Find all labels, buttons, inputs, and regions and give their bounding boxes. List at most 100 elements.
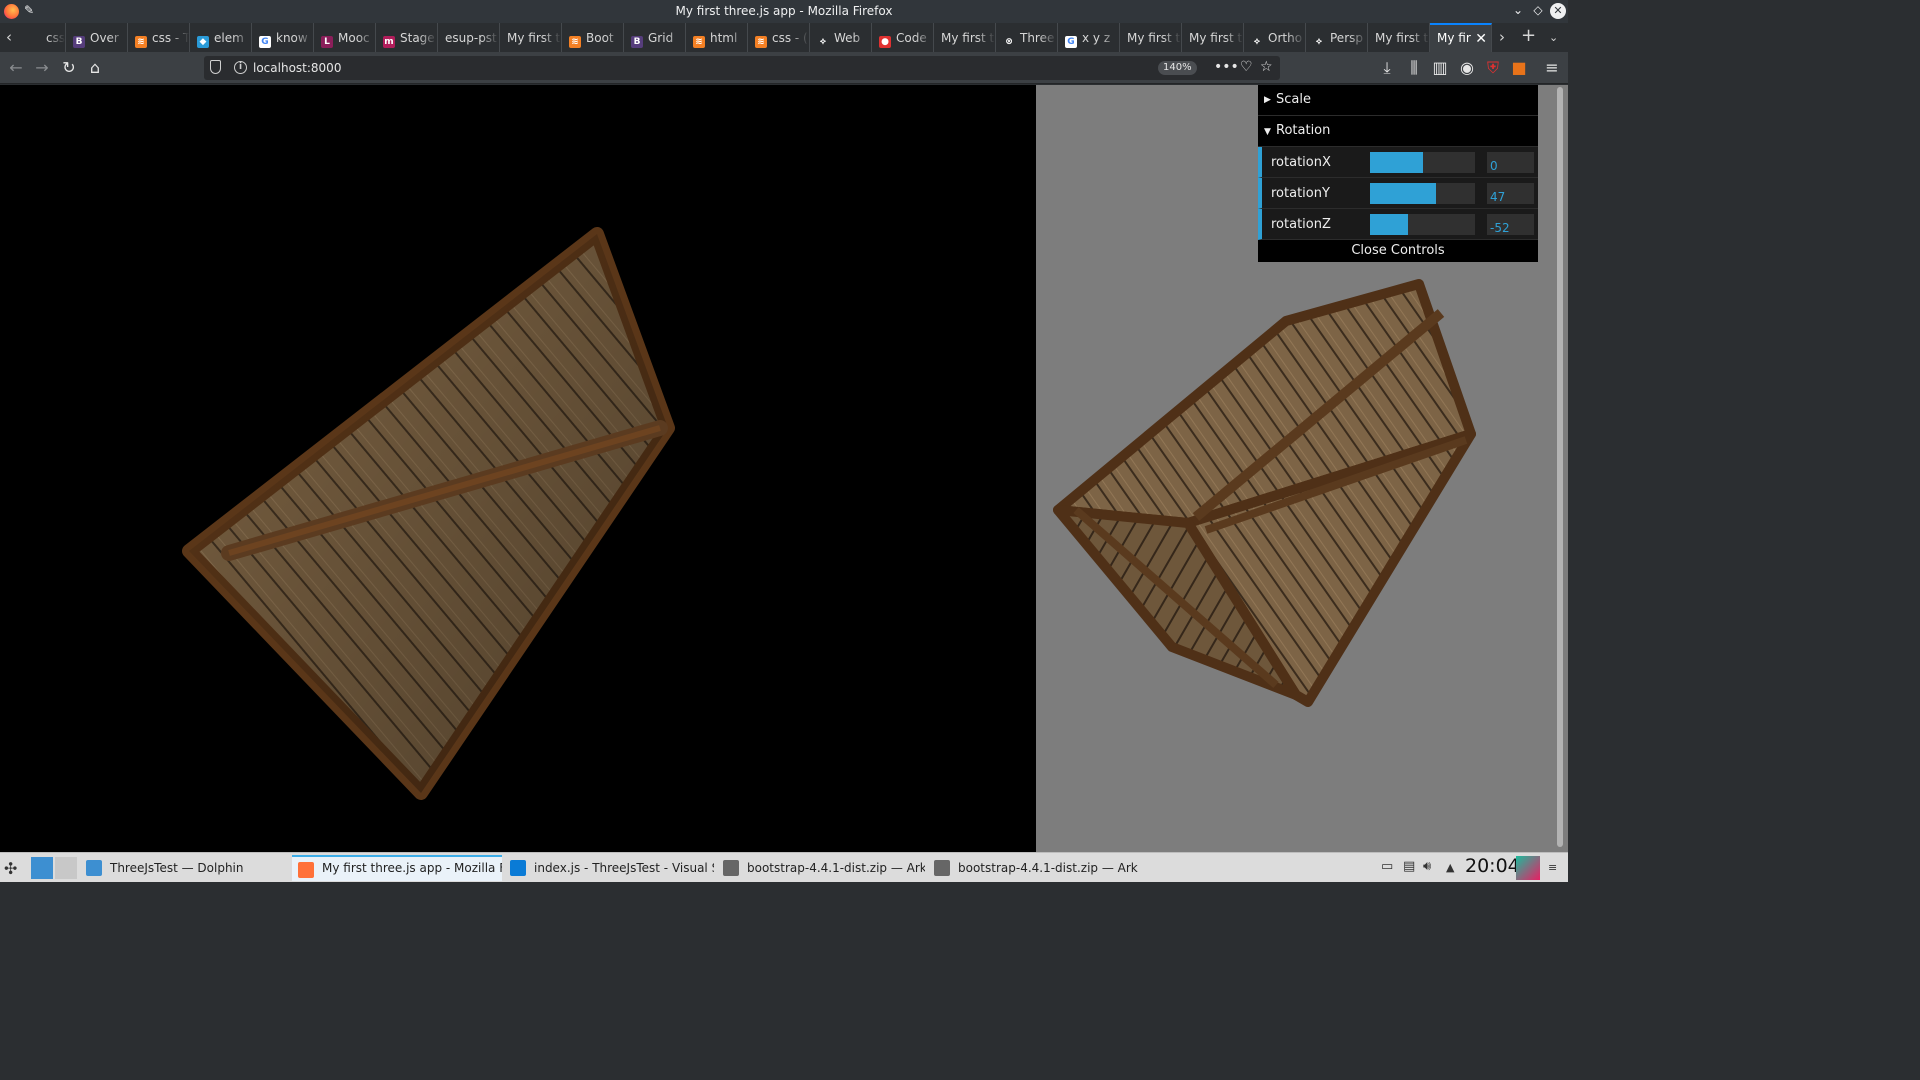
rotation-folder-label: Rotation <box>1276 123 1331 138</box>
forward-arrow-icon[interactable]: → <box>32 58 52 78</box>
tab-item[interactable]: ≋ Boot <box>562 23 624 52</box>
tab-item[interactable]: L Mooc <box>314 23 376 52</box>
bookmark-star-icon[interactable]: ☆ <box>1260 59 1273 75</box>
display-tray-icon[interactable]: ▭ <box>1381 859 1393 874</box>
tab-item[interactable]: ≋ css - ( <box>748 23 810 52</box>
back-arrow-icon[interactable]: ← <box>6 58 26 78</box>
taskbar-task[interactable]: index.js - ThreeJsTest - Visual Studi... <box>504 855 714 881</box>
rotation-y-slider[interactable] <box>1370 183 1475 204</box>
maximize-icon[interactable]: ◇ <box>1530 3 1546 17</box>
tab-item[interactable]: ≋css - T <box>128 23 190 52</box>
tab-fade <box>977 23 995 52</box>
tabs-scroll-left-icon[interactable]: ‹ <box>6 28 12 46</box>
scale-folder-label: Scale <box>1276 92 1311 107</box>
tray-expand-icon[interactable]: ▲ <box>1446 861 1454 874</box>
tab-item[interactable]: esup-pst <box>438 23 500 52</box>
tab-item[interactable]: B Over <box>66 23 128 52</box>
volume-tray-icon[interactable]: 🔊︎ <box>1423 859 1431 874</box>
tab-item[interactable]: B Grid <box>624 23 686 52</box>
tab-item[interactable]: My fir ✕ <box>1430 23 1492 52</box>
clock[interactable]: 20:04 <box>1465 855 1520 877</box>
zoom-level-badge[interactable]: 140% <box>1158 61 1197 75</box>
tab-item[interactable]: Gknow <box>252 23 314 52</box>
page-actions-icon[interactable]: ••• <box>1214 59 1239 75</box>
rotation-x-label: rotationX <box>1271 155 1331 170</box>
address-bar[interactable]: i localhost:8000 140% ••• ♡ ☆ <box>204 56 1280 80</box>
tab-fade <box>543 23 561 52</box>
tab-fade <box>171 23 189 52</box>
tab-favicon-icon: B <box>73 36 85 48</box>
minimize-icon[interactable]: ⌄ <box>1510 3 1526 17</box>
sidebar-icon[interactable]: ▥ <box>1430 58 1450 78</box>
close-controls-button[interactable]: Close Controls <box>1258 240 1538 262</box>
hamburger-menu-icon[interactable]: ≡ <box>1542 58 1562 78</box>
taskbar-task[interactable]: My first three.js app - Mozilla Firefox <box>292 855 502 881</box>
tab-item[interactable]: My first t <box>1120 23 1182 52</box>
rotation-x-control: rotationX 0 <box>1258 147 1538 178</box>
tab-fade <box>47 23 65 52</box>
rotation-z-input[interactable]: -52 <box>1487 214 1534 235</box>
tab-item[interactable]: My first t <box>500 23 562 52</box>
clipboard-tray-icon[interactable]: ▤ <box>1403 859 1415 874</box>
panel-settings-icon[interactable]: ≡ <box>1548 861 1557 874</box>
task-label: My first three.js app - Mozilla Firefox <box>322 861 502 875</box>
tab-fade <box>1349 23 1367 52</box>
desktop-pager-1[interactable] <box>31 857 53 879</box>
tab-fade <box>357 23 375 52</box>
tab-item[interactable]: ◆ elem <box>190 23 252 52</box>
rotation-folder[interactable]: ▼ Rotation <box>1258 116 1538 147</box>
pocket-icon[interactable]: ♡ <box>1240 59 1253 75</box>
tab-favicon-icon <box>29 32 41 44</box>
tab-item[interactable]: ⊗ Three <box>996 23 1058 52</box>
caret-right-icon: ▶ <box>1264 95 1271 105</box>
taskbar-task[interactable]: bootstrap-4.4.1-dist.zip — Ark <2> <box>928 855 1138 881</box>
tab-item[interactable]: ⟡ Web <box>810 23 872 52</box>
task-label: ThreeJsTest — Dolphin <box>110 861 244 875</box>
rotation-z-slider[interactable] <box>1370 214 1475 235</box>
tab-item[interactable]: m Stage <box>376 23 438 52</box>
tabs-scroll-right-icon[interactable]: › <box>1499 28 1505 46</box>
extension-icon[interactable]: ■ <box>1509 58 1529 78</box>
account-icon[interactable]: ◉ <box>1457 58 1477 78</box>
ublock-extension-icon[interactable]: ⛨ <box>1483 58 1503 78</box>
new-tab-plus-icon[interactable]: + <box>1521 25 1536 46</box>
library-icon[interactable]: ⫼ <box>1404 58 1424 78</box>
taskbar-task[interactable]: ThreeJsTest — Dolphin <box>80 855 290 881</box>
page-scrollbar[interactable] <box>1557 87 1563 847</box>
rotation-z-slider-fill <box>1370 214 1408 235</box>
tab-fade <box>1287 23 1305 52</box>
reload-icon[interactable]: ↻ <box>59 58 79 78</box>
tracking-shield-icon[interactable] <box>210 60 221 74</box>
tab-item[interactable]: My first t <box>1182 23 1244 52</box>
tab-item[interactable]: ● Code <box>872 23 934 52</box>
tab-item[interactable]: ⟡ Ortho <box>1244 23 1306 52</box>
tab-item[interactable]: Gx y z <box>1058 23 1120 52</box>
tab-item[interactable]: ⟡ Persp <box>1306 23 1368 52</box>
rotation-y-slider-fill <box>1370 183 1437 204</box>
url-text[interactable]: localhost:8000 <box>253 61 341 75</box>
home-icon[interactable]: ⌂ <box>85 58 105 78</box>
task-app-icon <box>298 862 314 878</box>
desktop-pager-2[interactable] <box>55 857 77 879</box>
tab-item[interactable]: ≋ html <box>686 23 748 52</box>
tab-favicon-icon: ≋ <box>693 36 705 48</box>
tab-item[interactable]: My first t <box>1368 23 1430 52</box>
close-window-button[interactable]: ✕ <box>1550 3 1566 19</box>
scale-folder[interactable]: ▶ Scale <box>1258 85 1538 116</box>
show-desktop-icon[interactable] <box>1516 856 1540 880</box>
rotation-y-control: rotationY 47 <box>1258 178 1538 209</box>
task-label: index.js - ThreeJsTest - Visual Studi... <box>534 861 714 875</box>
rotation-y-input[interactable]: 47 <box>1487 183 1534 204</box>
taskbar-task[interactable]: bootstrap-4.4.1-dist.zip — Ark <box>717 855 925 881</box>
caret-down-icon: ▼ <box>1264 127 1271 137</box>
left-renderer-canvas[interactable] <box>0 85 1036 852</box>
tab-close-icon[interactable]: ✕ <box>1475 31 1487 47</box>
tab-item[interactable]: My first t <box>934 23 996 52</box>
rotation-x-slider[interactable] <box>1370 152 1475 173</box>
site-info-icon[interactable]: i <box>234 61 247 74</box>
tab-item[interactable]: css - ( <box>22 23 66 52</box>
application-launcher-icon[interactable]: ✣ <box>4 859 17 878</box>
downloads-icon[interactable]: ⤓ <box>1377 58 1397 78</box>
rotation-x-input[interactable]: 0 <box>1487 152 1534 173</box>
list-all-tabs-icon[interactable]: ⌄ <box>1549 31 1558 44</box>
